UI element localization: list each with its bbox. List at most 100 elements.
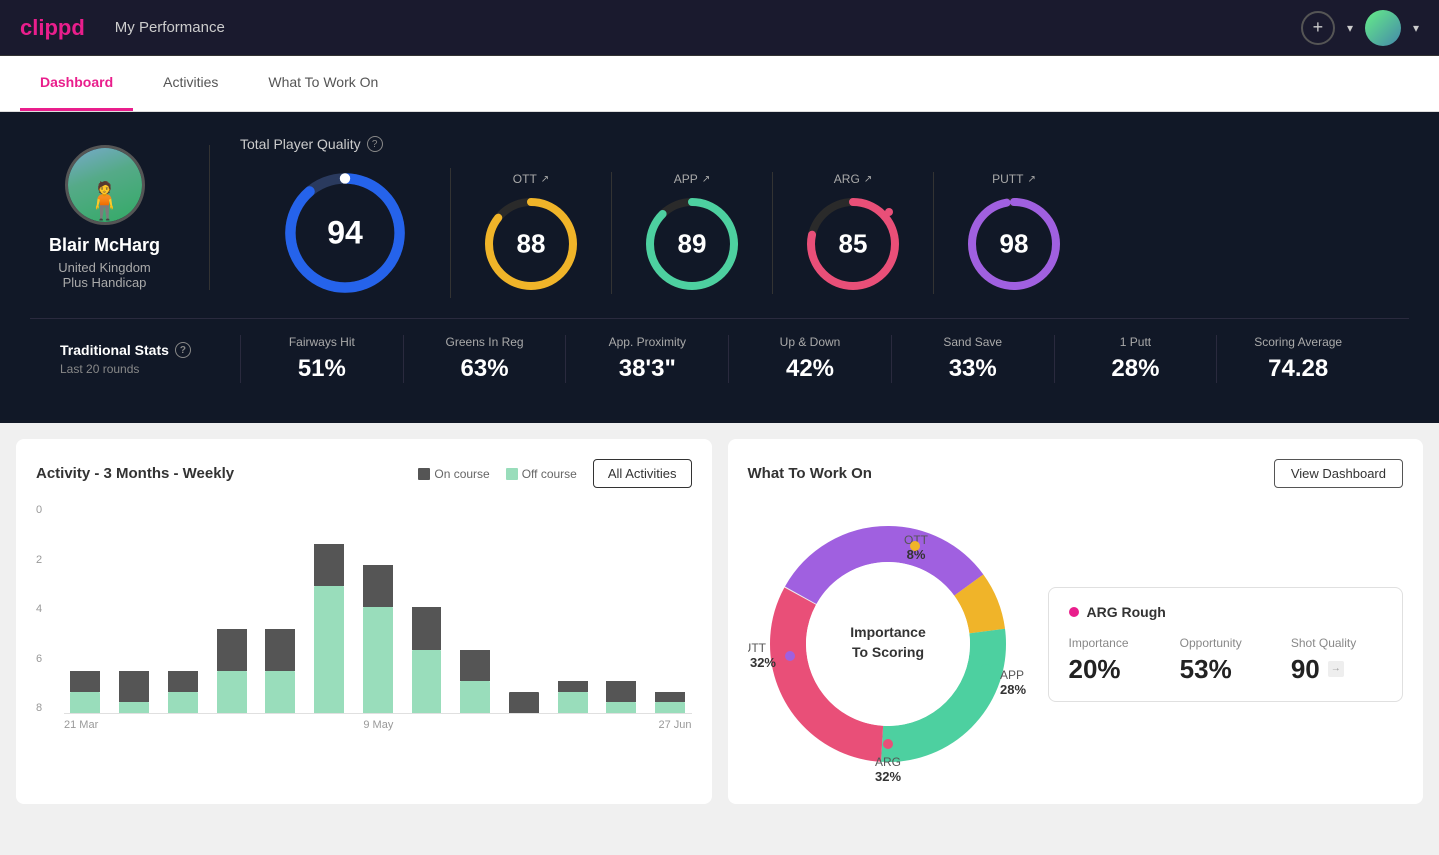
app-logo: clippd [20, 15, 85, 41]
view-dashboard-button[interactable]: View Dashboard [1274, 459, 1403, 488]
player-country: United Kingdom [58, 260, 151, 275]
detail-opportunity: Opportunity 53% [1180, 636, 1271, 685]
off-course-bar [70, 692, 100, 713]
avatar-dropdown-icon: ▾ [1413, 21, 1419, 35]
activity-chart-title: Activity - 3 Months - Weekly [36, 465, 234, 482]
all-activities-button[interactable]: All Activities [593, 459, 692, 488]
header-title: My Performance [115, 19, 1301, 36]
stats-title: Traditional Stats ? [60, 342, 210, 358]
player-figure: 🧍 [82, 180, 127, 222]
ott-gauge-container: 88 [481, 194, 581, 294]
legend-off-course: Off course [506, 467, 577, 481]
bar-group [454, 504, 497, 713]
off-course-bar [168, 692, 198, 713]
bar-group [600, 504, 643, 713]
off-course-bar [217, 671, 247, 713]
detail-dot [1069, 607, 1079, 617]
off-course-bar [655, 702, 685, 713]
on-course-dot [418, 468, 430, 480]
stat-sandsave: Sand Save 33% [891, 335, 1054, 383]
avatar-image [1365, 10, 1401, 46]
off-course-dot [506, 468, 518, 480]
on-course-bar [363, 565, 393, 607]
donut-section: Importance To Scoring OTT 8% APP 28% ARG… [748, 504, 1028, 784]
header-actions: + ▾ ▾ [1301, 10, 1419, 46]
off-course-bar [460, 681, 490, 713]
stat-scoring: Scoring Average 74.28 [1216, 335, 1379, 383]
player-handicap: Plus Handicap [63, 275, 147, 290]
ott-gauge: OTT ↗ 88 [451, 172, 612, 294]
off-course-bar [265, 671, 295, 713]
avatar-inner: 🧍 [68, 148, 142, 222]
add-button[interactable]: + [1301, 11, 1335, 45]
on-course-bar [265, 629, 295, 671]
svg-text:To Scoring: To Scoring [851, 644, 923, 660]
off-course-bar [314, 586, 344, 713]
app-gauge-value: 89 [678, 229, 707, 260]
arg-gauge-container: 85 [803, 194, 903, 294]
on-course-bar [558, 681, 588, 692]
bar-group [259, 504, 302, 713]
banner-top: 🧍 Blair McHarg United Kingdom Plus Handi… [30, 136, 1409, 298]
tab-what-to-work-on[interactable]: What To Work On [248, 56, 398, 111]
on-course-bar [217, 629, 247, 671]
detail-stats: Importance 20% Opportunity 53% Shot Qual… [1069, 636, 1383, 685]
putt-gauge: PUTT ↗ 98 [934, 172, 1094, 294]
bar-group [649, 504, 692, 713]
arg-label: ARG ↗ [834, 172, 872, 186]
tab-navigation: Dashboard Activities What To Work On [0, 56, 1439, 112]
stat-oneputt: 1 Putt 28% [1054, 335, 1217, 383]
on-course-bar [119, 671, 149, 703]
performance-banner: 🧍 Blair McHarg United Kingdom Plus Handi… [0, 112, 1439, 423]
on-course-bar [606, 681, 636, 702]
tab-activities[interactable]: Activities [143, 56, 238, 111]
off-course-bar [363, 607, 393, 713]
off-course-bar [558, 692, 588, 713]
svg-text:28%: 28% [1000, 682, 1026, 697]
info-icon[interactable]: ? [367, 136, 383, 152]
bar-group [161, 504, 204, 713]
ott-label: OTT ↗ [513, 172, 549, 186]
bar-group [356, 504, 399, 713]
detail-importance: Importance 20% [1069, 636, 1160, 685]
app-gauge-container: 89 [642, 194, 742, 294]
metrics-section: Total Player Quality ? 94 [210, 136, 1409, 298]
off-course-bar [606, 702, 636, 713]
bar-group [551, 504, 594, 713]
stat-fairways: Fairways Hit 51% [240, 335, 403, 383]
off-course-bar [119, 702, 149, 713]
main-gauge-container: 94 [280, 168, 410, 298]
stat-proximity: App. Proximity 38'3" [565, 335, 728, 383]
add-dropdown-icon: ▾ [1347, 21, 1353, 35]
on-course-bar [460, 650, 490, 682]
plus-icon: + [1313, 17, 1324, 38]
on-course-bar [70, 671, 100, 692]
on-course-bar [314, 544, 344, 586]
detail-shot-quality: Shot Quality 90 → [1291, 636, 1382, 685]
activity-chart-area: 8 6 4 2 0 21 Mar 9 May 27 Jun [36, 504, 692, 744]
arg-gauge-value: 85 [839, 229, 868, 260]
activity-card: Activity - 3 Months - Weekly On course O… [16, 439, 712, 804]
chart-legend: On course Off course [418, 467, 577, 481]
main-content: Activity - 3 Months - Weekly On course O… [0, 423, 1439, 820]
bar-group [64, 504, 107, 713]
metrics-header: Total Player Quality ? [240, 136, 1409, 152]
legend-on-course: On course [418, 467, 489, 481]
chart-x-labels: 21 Mar 9 May 27 Jun [64, 719, 692, 744]
stat-greens: Greens In Reg 63% [403, 335, 566, 383]
player-name: Blair McHarg [49, 235, 160, 256]
app-header: clippd My Performance + ▾ ▾ [0, 0, 1439, 56]
on-course-bar [509, 692, 539, 713]
user-avatar[interactable] [1365, 10, 1401, 46]
on-course-bar [412, 607, 442, 649]
stats-info-icon[interactable]: ? [175, 342, 191, 358]
bar-group [308, 504, 351, 713]
bar-group [405, 504, 448, 713]
putt-gauge-container: 98 [964, 194, 1064, 294]
on-course-bar [655, 692, 685, 703]
app-label: APP ↗ [674, 172, 710, 186]
stats-label: Traditional Stats ? Last 20 rounds [60, 342, 240, 376]
tab-dashboard[interactable]: Dashboard [20, 56, 133, 111]
ott-gauge-value: 88 [517, 229, 546, 260]
svg-text:32%: 32% [749, 655, 775, 670]
